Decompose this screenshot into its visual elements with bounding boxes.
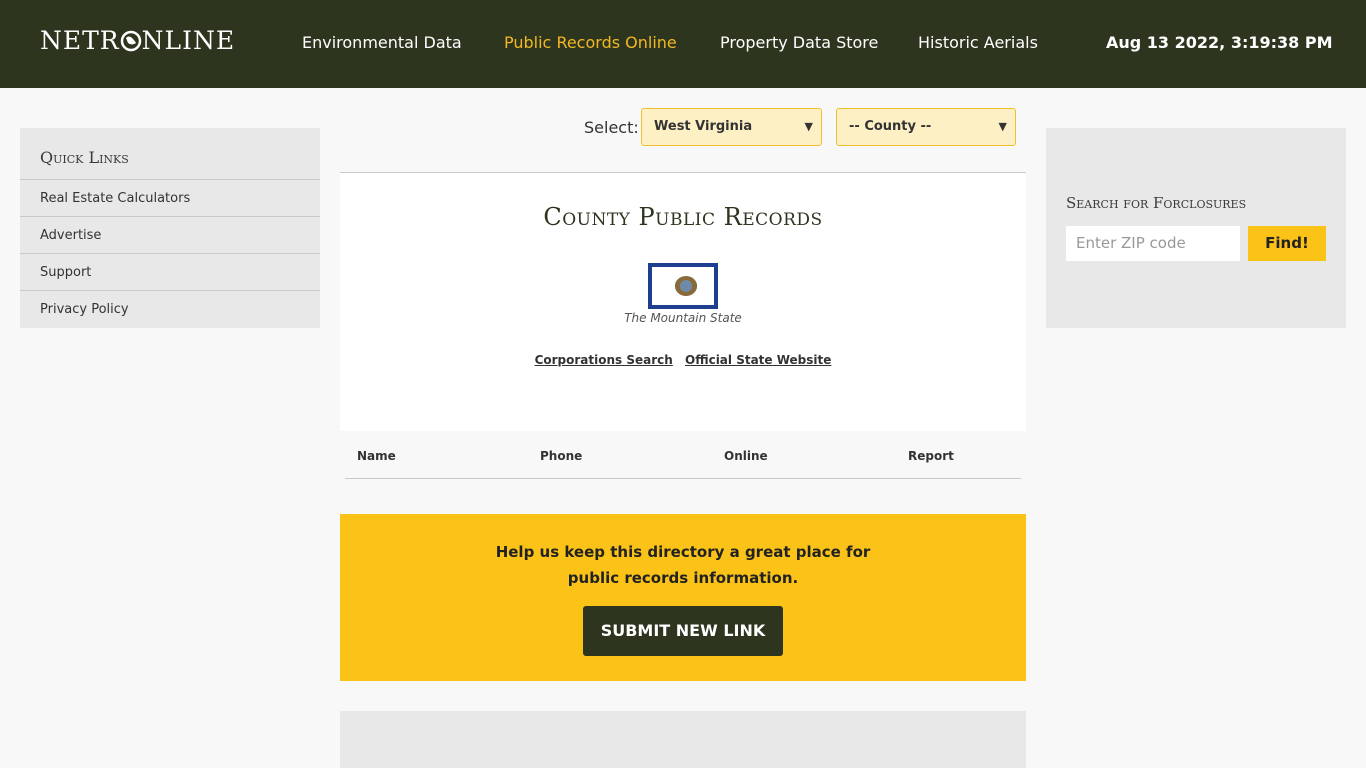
records-table-header: Name Phone Online Report [345, 431, 1021, 479]
site-header: NETR NLINE Environmental Data Public Reco… [0, 0, 1366, 88]
foreclosure-search-title: Search for Forclosures [1066, 194, 1247, 212]
quick-links-title: Quick Links [40, 148, 129, 167]
state-select-value: West Virginia [654, 119, 753, 134]
nav-environmental-data[interactable]: Environmental Data [302, 33, 462, 53]
nav-public-records-online[interactable]: Public Records Online [504, 33, 677, 53]
zip-code-input[interactable]: Enter ZIP code [1066, 226, 1240, 261]
state-flag-icon [648, 263, 718, 309]
select-label: Select: [584, 118, 639, 137]
chevron-down-icon: ▼ [804, 120, 813, 133]
corporations-search-link[interactable]: Corporations Search [535, 353, 673, 367]
state-motto: The Mountain State [624, 311, 742, 325]
nav-historic-aerials[interactable]: Historic Aerials [918, 33, 1038, 53]
official-state-website-link[interactable]: Official State Website [685, 353, 831, 367]
logo-text-left: NETR [40, 26, 120, 55]
current-datetime: Aug 13 2022, 3:19:38 PM [1106, 33, 1333, 52]
banner-message: Help us keep this directory a great plac… [483, 539, 883, 591]
nav-property-data-store[interactable]: Property Data Store [720, 33, 878, 53]
submit-new-link-button[interactable]: SUBMIT NEW LINK [583, 606, 783, 656]
banner-line-2: public records information. [567, 569, 799, 587]
ad-placeholder [340, 711, 1026, 768]
column-header-phone[interactable]: Phone [540, 449, 582, 463]
chevron-down-icon: ▼ [998, 120, 1007, 133]
logo-text-right: NLINE [141, 26, 236, 55]
quick-link-advertise[interactable]: Advertise [20, 216, 320, 253]
state-links: Corporations Search Official State Websi… [340, 353, 1026, 367]
county-select[interactable]: -- County -- ▼ [836, 108, 1016, 146]
county-records-panel: County Public Records The Mountain State… [340, 172, 1026, 431]
quick-link-privacy-policy[interactable]: Privacy Policy [20, 290, 320, 327]
site-logo[interactable]: NETR NLINE [40, 27, 235, 58]
find-button[interactable]: Find! [1248, 226, 1326, 261]
column-header-name[interactable]: Name [357, 449, 396, 463]
state-select[interactable]: West Virginia ▼ [641, 108, 822, 146]
quick-link-support[interactable]: Support [20, 253, 320, 290]
page-title: County Public Records [543, 203, 823, 231]
globe-icon [120, 30, 142, 58]
quick-links-panel: Quick Links Real Estate Calculators Adve… [20, 128, 320, 328]
quick-link-real-estate-calculators[interactable]: Real Estate Calculators [20, 179, 320, 216]
county-select-value: -- County -- [849, 119, 932, 134]
state-seal-icon [675, 276, 697, 296]
submit-link-banner: Help us keep this directory a great plac… [340, 514, 1026, 681]
column-header-report[interactable]: Report [908, 449, 954, 463]
column-header-online[interactable]: Online [724, 449, 768, 463]
foreclosure-search-panel: Search for Forclosures Enter ZIP code Fi… [1046, 128, 1346, 328]
banner-line-1: Help us keep this directory a great plac… [495, 543, 871, 561]
